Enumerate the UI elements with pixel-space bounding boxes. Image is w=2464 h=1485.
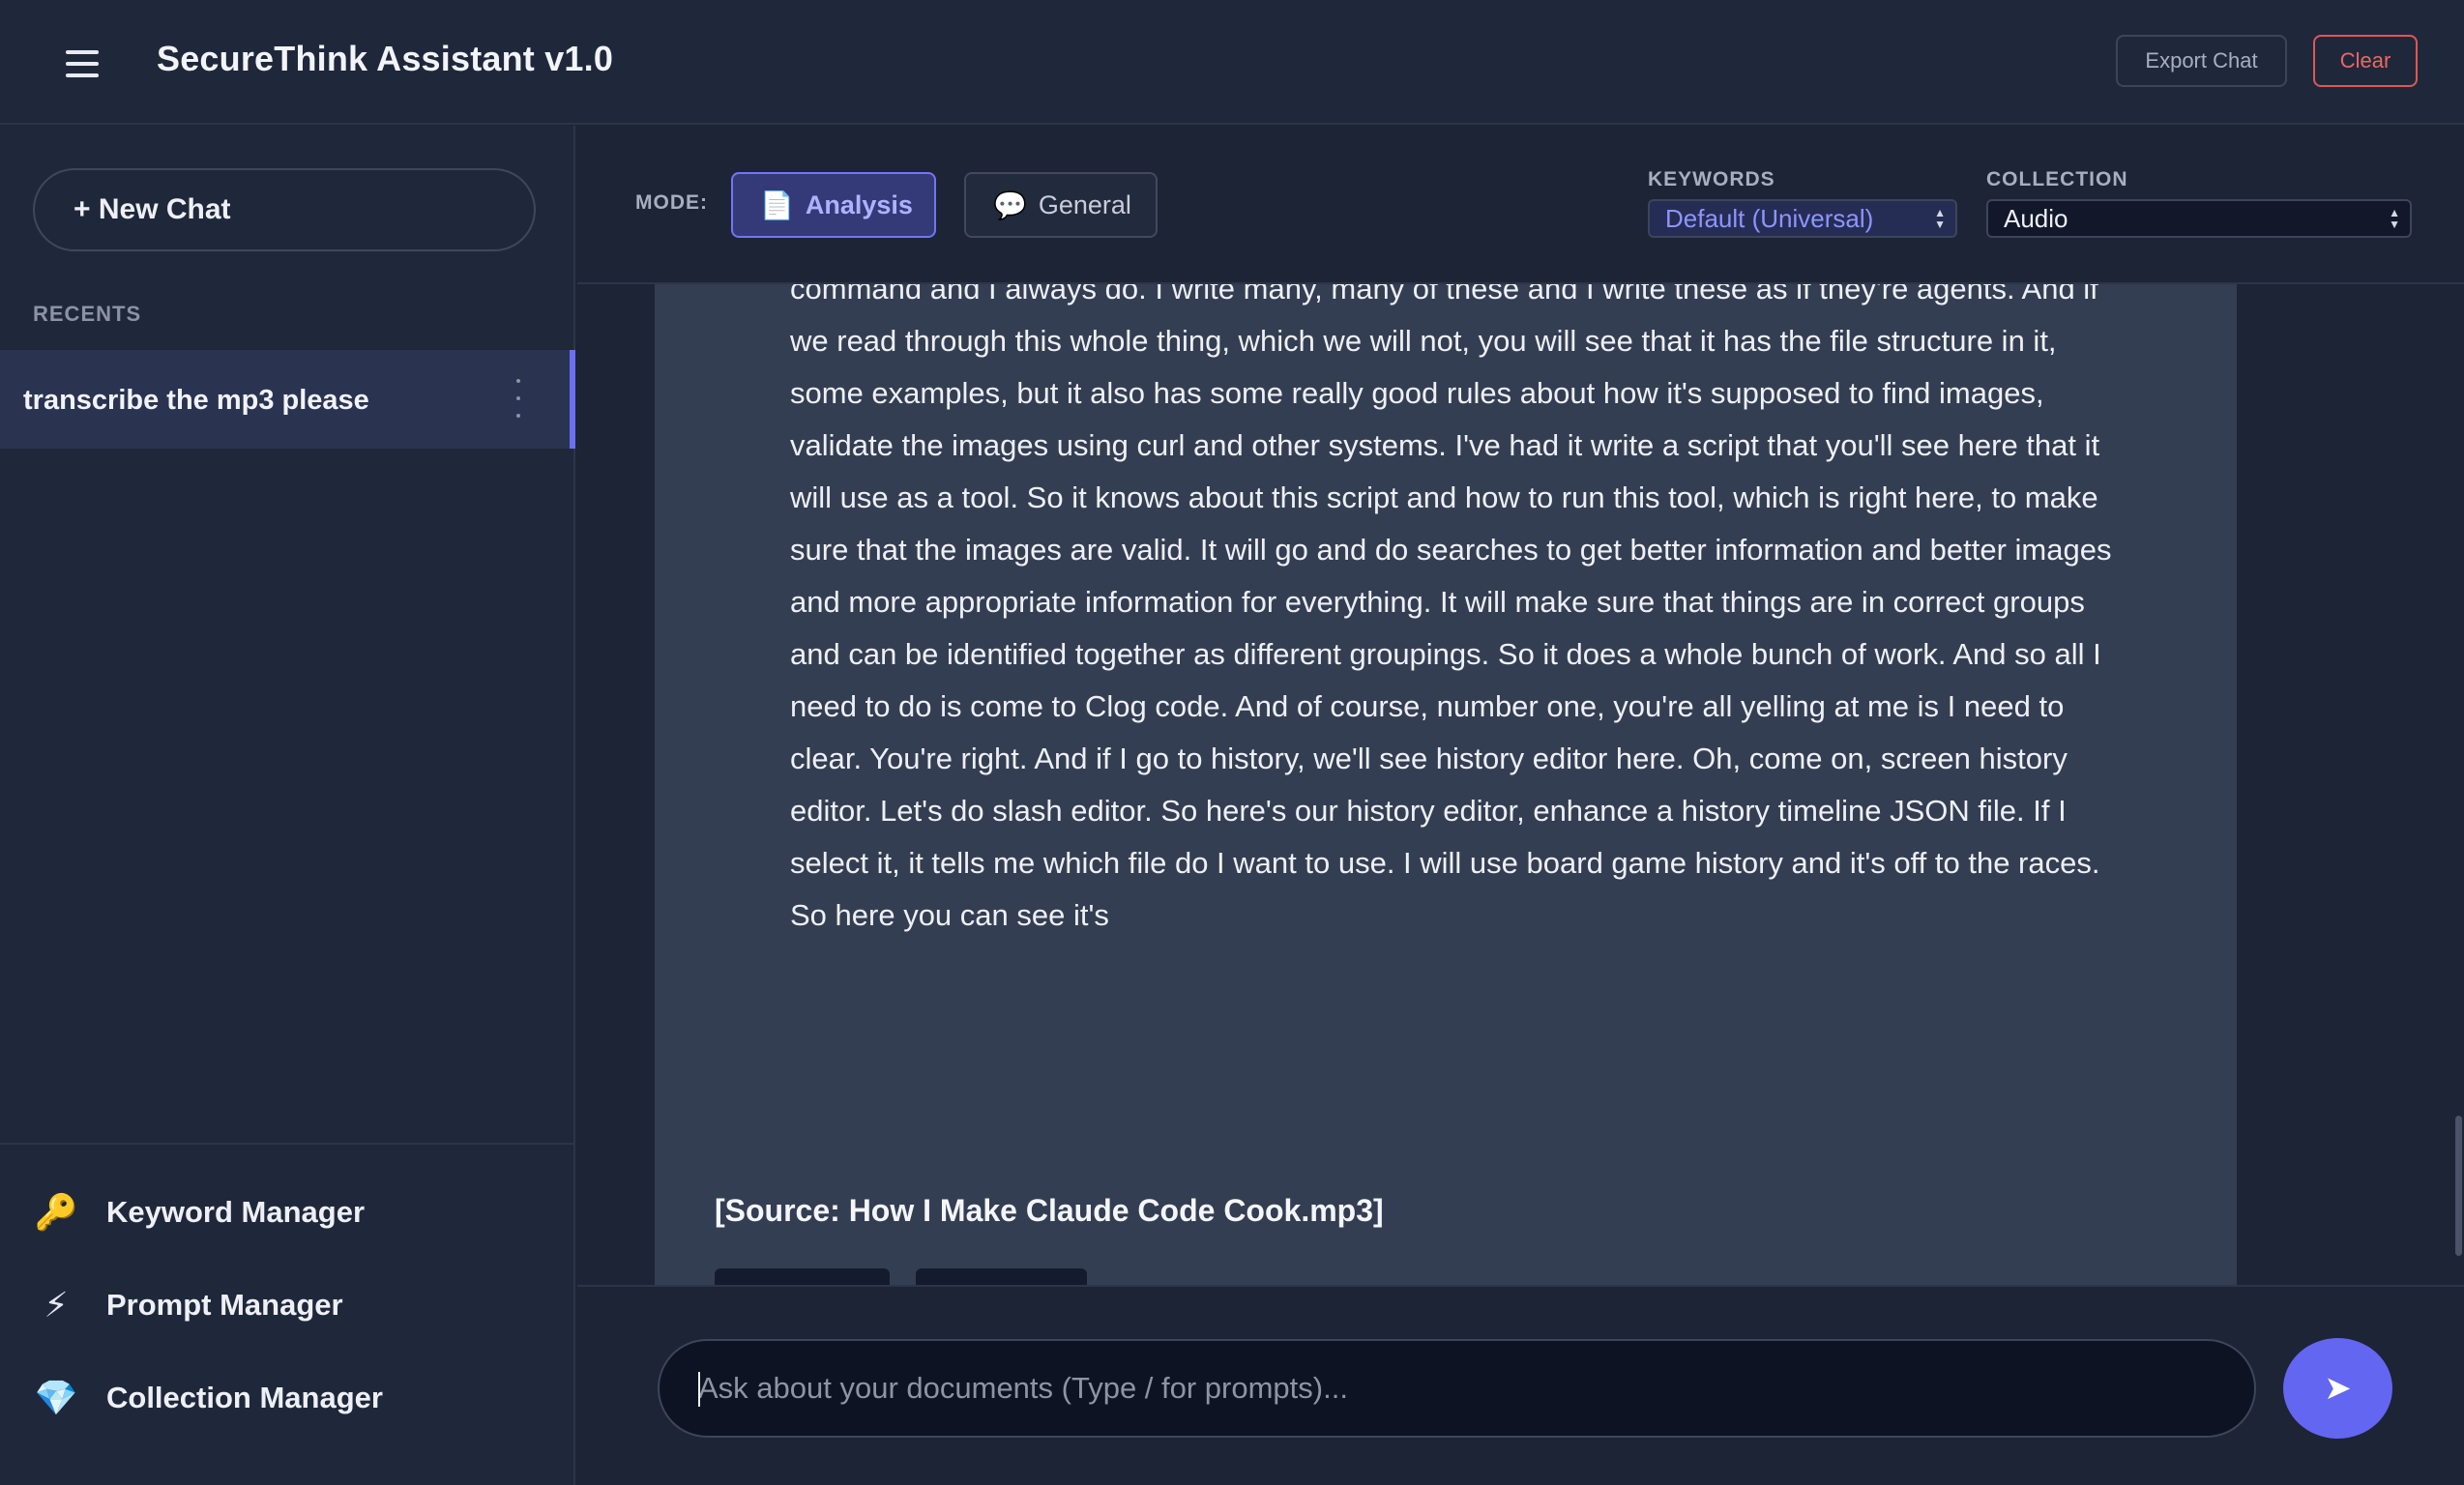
collection-manager-link[interactable]: 💎 Collection Manager	[33, 1369, 383, 1427]
message-text: command and I always do. I write many, m…	[790, 284, 2112, 932]
clear-button[interactable]: Clear	[2313, 35, 2418, 87]
chat-input[interactable]	[658, 1339, 2256, 1438]
select-arrows-icon: ▲ ▼	[2389, 206, 2400, 231]
select-arrows-icon: ▲ ▼	[1934, 206, 1946, 231]
keyword-manager-label: Keyword Manager	[106, 1195, 366, 1229]
mode-general-button[interactable]: 💬 General	[964, 172, 1158, 238]
collection-manager-label: Collection Manager	[106, 1381, 383, 1414]
export-chat-button[interactable]: Export Chat	[2116, 35, 2287, 87]
lightning-icon: ⚡	[44, 1285, 69, 1325]
gem-icon: 💎	[34, 1378, 78, 1417]
chat-scrollbar[interactable]	[2455, 1116, 2462, 1256]
document-icon: 📄	[760, 189, 794, 220]
more-options-icon[interactable]	[513, 379, 524, 418]
mode-bar: MODE: 📄 Analysis 💬 General KEYWORDS Defa…	[577, 126, 2464, 284]
key-icon: 🔑	[34, 1192, 78, 1232]
main-panel: MODE: 📄 Analysis 💬 General KEYWORDS Defa…	[577, 126, 2464, 1485]
sidebar: + New Chat RECENTS transcribe the mp3 pl…	[0, 126, 575, 1485]
mode-analysis-button[interactable]: 📄 Analysis	[731, 172, 936, 238]
mode-label: MODE:	[635, 191, 708, 214]
hamburger-menu-icon[interactable]	[66, 50, 99, 77]
send-arrow-icon: ➤	[2324, 1370, 2352, 1407]
sidebar-tools: 🔑 Keyword Manager ⚡ Prompt Manager 💎 Col…	[0, 1143, 575, 1485]
prompt-manager-link[interactable]: ⚡ Prompt Manager	[33, 1276, 343, 1334]
sources-button[interactable]: Sources (3)	[715, 1268, 890, 1285]
mode-general-label: General	[1038, 189, 1131, 219]
send-button[interactable]: ➤	[2283, 1338, 2392, 1439]
prompt-manager-label: Prompt Manager	[106, 1288, 343, 1322]
mode-analysis-label: Analysis	[805, 189, 913, 219]
assistant-message: command and I always do. I write many, m…	[655, 284, 2237, 1285]
message-source: [Source: How I Make Claude Code Cook.mp3…	[715, 1193, 1384, 1228]
recent-chat-label: transcribe the mp3 please	[23, 385, 369, 416]
keywords-select[interactable]: Default (Universal) ▲ ▼	[1648, 199, 1957, 238]
export-pdf-button[interactable]: Export PDF	[916, 1268, 1087, 1285]
app-title: SecureThink Assistant v1.0	[157, 39, 614, 78]
collection-select[interactable]: Audio ▲ ▼	[1986, 199, 2412, 238]
keyword-manager-link[interactable]: 🔑 Keyword Manager	[33, 1183, 365, 1241]
speech-bubble-icon: 💬	[993, 189, 1027, 220]
composer: ➤	[577, 1285, 2464, 1485]
keywords-label: KEYWORDS	[1648, 168, 1775, 190]
recent-chat-item[interactable]: transcribe the mp3 please	[0, 350, 575, 449]
text-caret	[698, 1372, 700, 1407]
collection-label: COLLECTION	[1986, 168, 2128, 190]
app-header: SecureThink Assistant v1.0 Export Chat C…	[0, 0, 2464, 125]
recents-heading: RECENTS	[33, 302, 142, 326]
new-chat-button[interactable]: + New Chat	[33, 168, 536, 251]
collection-selected-value: Audio	[2004, 203, 2068, 233]
chat-messages[interactable]: command and I always do. I write many, m…	[577, 284, 2464, 1285]
keywords-selected-value: Default (Universal)	[1665, 203, 1874, 233]
